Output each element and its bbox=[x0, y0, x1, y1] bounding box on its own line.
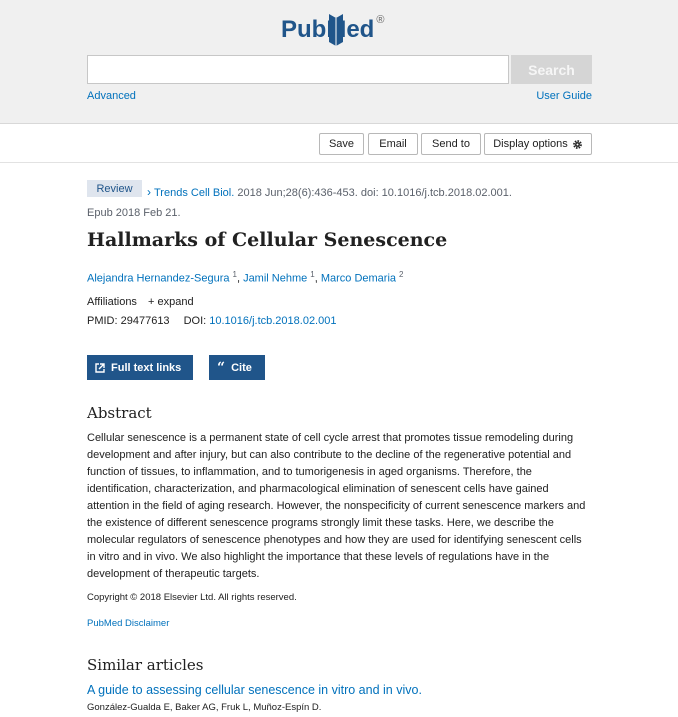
affiliations-label: Affiliations bbox=[87, 296, 137, 308]
author-link[interactable]: Marco Demaria bbox=[321, 273, 396, 285]
journal-link[interactable]: Trends Cell Biol. bbox=[154, 187, 234, 199]
book-icon bbox=[329, 14, 344, 46]
similar-articles-heading: Similar articles bbox=[87, 656, 204, 674]
identifiers: PMID: 29477613 DOI: 10.1016/j.tcb.2018.02… bbox=[87, 315, 336, 327]
search-button[interactable]: Search bbox=[511, 55, 592, 84]
cite-label: Cite bbox=[231, 361, 252, 374]
search-input[interactable] bbox=[87, 55, 509, 84]
full-text-links-button[interactable]: Full text links bbox=[87, 355, 193, 380]
article-title: Hallmarks of Cellular Senescence bbox=[87, 229, 448, 251]
full-text-links-label: Full text links bbox=[111, 361, 182, 374]
affiliation-number[interactable]: 2 bbox=[399, 270, 403, 279]
pubmed-logo[interactable]: Pub Med ® bbox=[281, 14, 385, 46]
abstract-heading: Abstract bbox=[87, 404, 152, 422]
send-to-button[interactable]: Send to bbox=[421, 133, 481, 155]
advanced-search-link[interactable]: Advanced bbox=[87, 90, 136, 102]
epub-date: Epub 2018 Feb 21. bbox=[87, 207, 181, 219]
send-to-label: Send to bbox=[432, 138, 470, 150]
cite-button[interactable]: “ Cite bbox=[209, 355, 265, 380]
pmid: PMID: 29477613 bbox=[87, 315, 170, 327]
save-button[interactable]: Save bbox=[319, 133, 364, 155]
save-label: Save bbox=[328, 138, 355, 150]
expand-toggle[interactable]: + expand bbox=[148, 296, 194, 308]
email-label: Email bbox=[379, 138, 407, 150]
logo-pub-text: Pub bbox=[281, 16, 327, 43]
abstract-text: Cellular senescence is a permanent state… bbox=[87, 432, 586, 580]
author-list: Alejandra Hernandez-Segura 1, Jamil Nehme… bbox=[87, 270, 404, 285]
copyright-notice: Copyright © 2018 Elsevier Ltd. All right… bbox=[87, 592, 297, 603]
email-button[interactable]: Email bbox=[368, 133, 418, 155]
similar-article-link[interactable]: A guide to assessing cellular senescence… bbox=[87, 683, 422, 697]
chevron-right-icon: › bbox=[147, 185, 151, 199]
gear-icon bbox=[572, 139, 582, 149]
author-link[interactable]: Jamil Nehme bbox=[243, 273, 307, 285]
logo-med-wrap: Med bbox=[326, 14, 374, 46]
external-link-icon bbox=[95, 362, 105, 373]
doi-link[interactable]: 10.1016/j.tcb.2018.02.001 bbox=[209, 315, 336, 327]
site-header: Pub Med ® Search Advanced User Guide bbox=[0, 0, 678, 124]
author-link[interactable]: Alejandra Hernandez-Segura bbox=[87, 273, 229, 285]
user-guide-link[interactable]: User Guide bbox=[536, 90, 592, 102]
display-options-button[interactable]: Display options bbox=[484, 133, 592, 155]
action-bar: Save Email Send to Display options bbox=[0, 124, 678, 163]
doi-label: DOI: bbox=[183, 315, 207, 327]
registered-mark: ® bbox=[376, 14, 385, 26]
pubmed-disclaimer-link[interactable]: PubMed Disclaimer bbox=[87, 618, 169, 629]
citation-text: 2018 Jun;28(6):436-453. doi: 10.1016/j.t… bbox=[234, 187, 512, 199]
similar-article-authors: González-Gualda E, Baker AG, Fruk L, Muñ… bbox=[87, 702, 322, 713]
citation-line: › Trends Cell Biol. 2018 Jun;28(6):436-45… bbox=[87, 182, 607, 223]
quote-icon: “ bbox=[217, 359, 226, 376]
affiliations-toggle[interactable]: Affiliations + expand bbox=[87, 296, 194, 308]
display-options-label: Display options bbox=[493, 138, 568, 150]
